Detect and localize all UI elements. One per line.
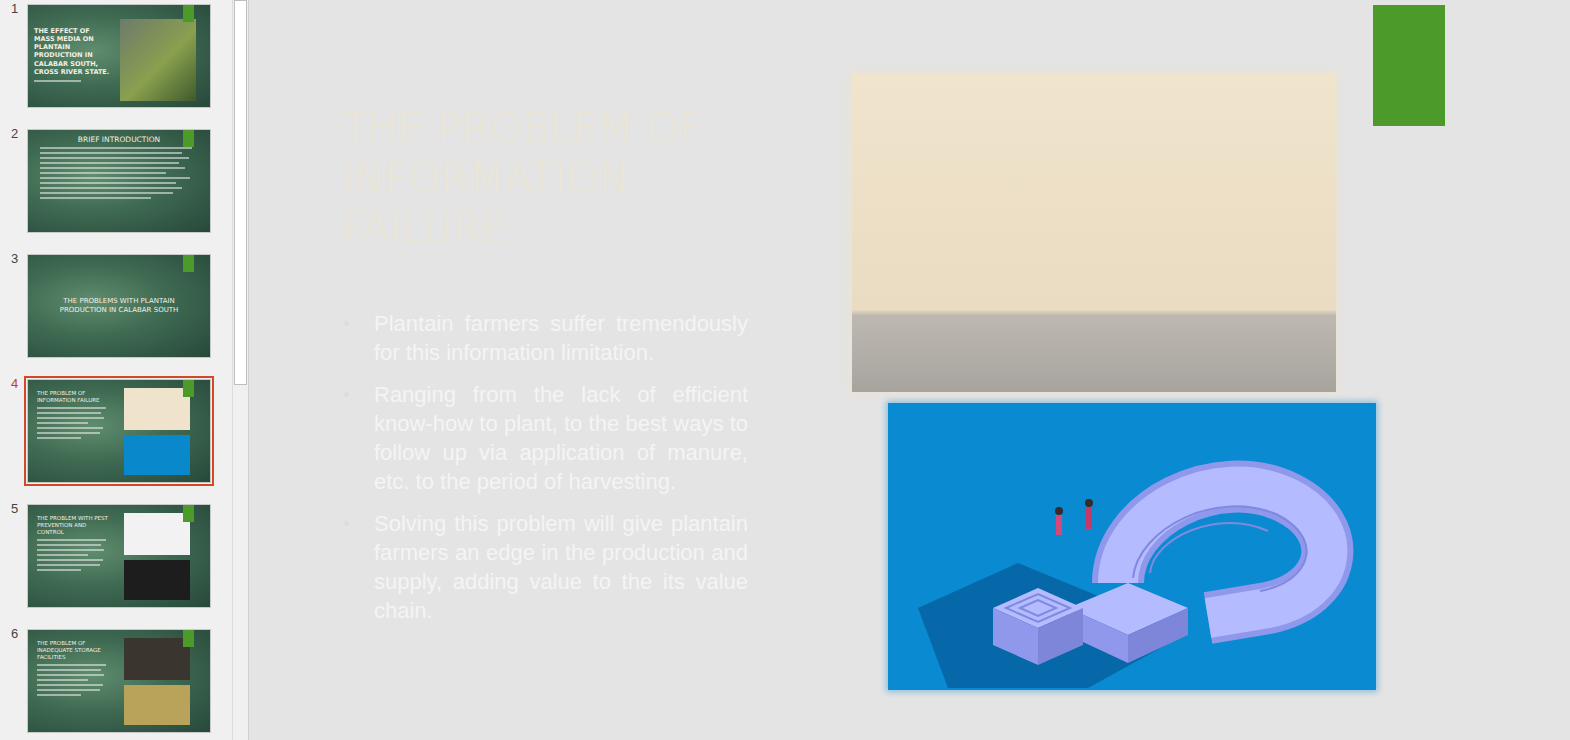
slide-thumbnail-panel: 1 THE EFFECT OF MASS MEDIA ON PLANTAIN PR… (0, 0, 232, 740)
bullet-item: Ranging from the lack of efficient know-… (342, 380, 748, 496)
bullet-dot-icon (344, 392, 349, 397)
slide-number: 2 (0, 127, 27, 141)
thumb-pictures (110, 505, 210, 607)
slide-thumbnail-row[interactable]: 6 THE PROBLEM OF INADEQUATE STORAGE FACIL… (0, 629, 232, 733)
thumbnail-scrollbar[interactable] (232, 0, 249, 740)
thumb-green-tab (183, 5, 194, 22)
slide-number: 3 (0, 252, 27, 266)
thumb-title: BRIEF INTRODUCTION (40, 135, 198, 144)
slide-title[interactable]: THE PROBLEM OFINFORMATIONFAILURE (342, 103, 782, 253)
slide-number: 5 (0, 502, 27, 516)
bullet-list[interactable]: Plantain farmers suffer tremendously for… (342, 309, 748, 625)
thumb-green-tab (183, 630, 194, 647)
slide-thumbnail-row[interactable]: 2 BRIEF INTRODUCTION (0, 129, 232, 233)
slide-thumbnail-row[interactable]: 3 THE PROBLEMS WITH PLANTAIN PRODUCTION I… (0, 254, 232, 358)
thumb-green-tab (183, 130, 194, 147)
thumb-green-tab (183, 505, 194, 522)
slide-thumbnail-row[interactable]: 5 THE PROBLEM WITH PEST PREVENTION AND CO… (0, 504, 232, 608)
thumb-text: THE EFFECT OF MASS MEDIA ON PLANTAIN PRO… (28, 5, 112, 107)
slide-thumbnail[interactable]: THE PROBLEM WITH PEST PREVENTION AND CON… (27, 504, 211, 608)
presentation-window: 1 THE EFFECT OF MASS MEDIA ON PLANTAIN PR… (0, 0, 1570, 740)
thumb-green-tab (183, 380, 194, 397)
maze-illustration[interactable] (888, 403, 1376, 690)
thumb-text: THE PROBLEM WITH PEST PREVENTION AND CON… (28, 505, 110, 607)
scrollbar-thumb[interactable] (234, 0, 247, 385)
slide[interactable]: THE PROBLEM OFINFORMATIONFAILURE Plantain… (278, 5, 1558, 725)
thumb-pictures (110, 380, 210, 482)
bullet-dot-icon (344, 321, 349, 326)
thumb-picture (112, 5, 210, 107)
slide-thumbnail[interactable]: THE PROBLEM OF INFORMATION FAILURE (27, 379, 211, 483)
slide-number: 4 (0, 377, 27, 391)
slide-thumbnail-row[interactable]: 1 THE EFFECT OF MASS MEDIA ON PLANTAIN PR… (0, 4, 232, 108)
megaphone-photo[interactable] (852, 74, 1336, 392)
bullet-text: Ranging from the lack of efficient know-… (374, 380, 748, 496)
thumb-title: THE EFFECT OF MASS MEDIA ON PLANTAIN PRO… (34, 27, 112, 76)
thumb-pictures (110, 630, 210, 732)
slide-number: 6 (0, 627, 27, 641)
thumb-text: THE PROBLEM OF INFORMATION FAILURE (28, 380, 110, 482)
slide-thumbnail[interactable]: THE PROBLEM OF INADEQUATE STORAGE FACILI… (27, 629, 211, 733)
thumb-title: THE PROBLEM OF INFORMATION FAILURE (37, 390, 110, 404)
slide-title-line: INFORMATION (342, 153, 782, 203)
thumb-text: THE PROBLEM OF INADEQUATE STORAGE FACILI… (28, 630, 110, 732)
slide-thumbnail[interactable]: THE EFFECT OF MASS MEDIA ON PLANTAIN PRO… (27, 4, 211, 108)
slide-number: 1 (0, 2, 27, 16)
maze-question-icon (888, 403, 1376, 690)
thumb-title: THE PROBLEMS WITH PLANTAIN PRODUCTION IN… (46, 297, 192, 315)
slide-thumbnail[interactable]: THE PROBLEMS WITH PLANTAIN PRODUCTION IN… (27, 254, 211, 358)
slide-thumbnail-row[interactable]: 4 THE PROBLEM OF INFORMATION FAILURE (0, 379, 232, 483)
thumb-title: THE PROBLEM WITH PEST PREVENTION AND CON… (37, 515, 110, 536)
bullet-item: Plantain farmers suffer tremendously for… (342, 309, 748, 367)
bullet-item: Solving this problem will give plantain … (342, 509, 748, 625)
green-tab (1373, 5, 1445, 126)
slide-editor: THE PROBLEM OFINFORMATIONFAILURE Plantain… (249, 0, 1570, 740)
slide-title-line: THE PROBLEM OF (342, 103, 782, 153)
slide-thumbnail[interactable]: BRIEF INTRODUCTION (27, 129, 211, 233)
thumb-green-tab (183, 255, 194, 272)
slide-title-line: FAILURE (342, 203, 782, 253)
bullet-text: Plantain farmers suffer tremendously for… (374, 309, 748, 367)
bullet-dot-icon (344, 521, 349, 526)
thumb-title: THE PROBLEM OF INADEQUATE STORAGE FACILI… (37, 640, 110, 661)
bullet-text: Solving this problem will give plantain … (374, 509, 748, 625)
